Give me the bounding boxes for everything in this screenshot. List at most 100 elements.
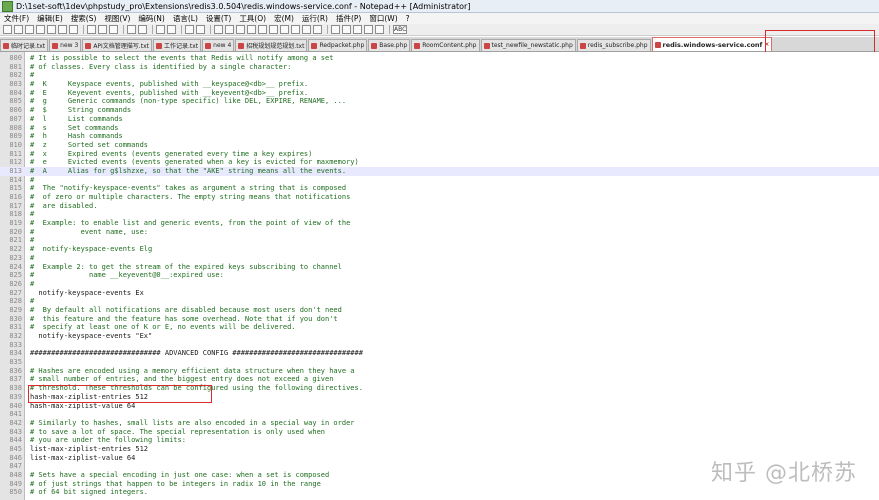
menu-item[interactable]: 视图(V) — [100, 13, 134, 24]
code-line[interactable]: 824 # Example 2: to get the stream of the… — [0, 263, 879, 272]
menu-item[interactable]: 文件(F) — [0, 13, 33, 24]
undo-icon[interactable] — [127, 25, 136, 34]
code-line[interactable]: 838 # threshold. These thresholds can be … — [0, 384, 879, 393]
code-line[interactable]: 811 # x Expired events (events generated … — [0, 150, 879, 159]
code-line[interactable]: 817 # are disabled. — [0, 202, 879, 211]
menu-item[interactable]: 运行(R) — [298, 13, 332, 24]
code-line[interactable]: 821 # — [0, 236, 879, 245]
find-icon[interactable] — [156, 25, 165, 34]
code-line[interactable]: 826 # — [0, 280, 879, 289]
run-macro-icon[interactable] — [364, 25, 373, 34]
tab[interactable]: test_newfile_newstatic.php — [480, 39, 576, 51]
editor-area[interactable]: 800 # It is possible to select the events… — [0, 52, 879, 500]
code-line[interactable]: 828 # — [0, 297, 879, 306]
code-line[interactable]: 818 # — [0, 210, 879, 219]
code-line[interactable]: 830 # this feature and the feature has so… — [0, 315, 879, 324]
code-line[interactable]: 835 — [0, 358, 879, 367]
menu-item[interactable]: 插件(P) — [332, 13, 365, 24]
cut-icon[interactable] — [87, 25, 96, 34]
code-line[interactable]: 820 # event name, use: — [0, 228, 879, 237]
code-line[interactable]: 845 list-max-ziplist-entries 512 — [0, 445, 879, 454]
paste-icon[interactable] — [109, 25, 118, 34]
menu-item[interactable]: ? — [402, 14, 414, 23]
menu-item[interactable]: 窗口(W) — [365, 13, 401, 24]
save-macro-icon[interactable] — [375, 25, 384, 34]
code-line[interactable]: 806 # $ String commands — [0, 106, 879, 115]
doc-map-icon[interactable] — [280, 25, 289, 34]
tab[interactable]: 工作记录.txt — [152, 39, 202, 51]
open-file-icon[interactable] — [14, 25, 23, 34]
code-line[interactable]: 831 # specify at least one of K or E, no … — [0, 323, 879, 332]
code-line[interactable]: 808 # s Set commands — [0, 124, 879, 133]
code-line[interactable]: 832 notify-keyspace-events "Ex" — [0, 332, 879, 341]
save-icon[interactable] — [25, 25, 34, 34]
code-line[interactable]: 801 # of classes. Every class is identifi… — [0, 63, 879, 72]
code-line[interactable]: 819 # Example: to enable list and generic… — [0, 219, 879, 228]
language-icon[interactable] — [269, 25, 278, 34]
code-line[interactable]: 850 # of 64 bit signed integers. — [0, 488, 879, 497]
menu-item[interactable]: 宏(M) — [270, 13, 298, 24]
code-line[interactable]: 836 # Hashes are encoded using a memory e… — [0, 367, 879, 376]
sync-vertical-icon[interactable] — [214, 25, 223, 34]
code-line[interactable]: 800 # It is possible to select the events… — [0, 54, 879, 63]
replace-icon[interactable] — [167, 25, 176, 34]
tab[interactable]: new 4 — [202, 39, 235, 51]
code-line[interactable]: 839 hash-max-ziplist-entries 512 — [0, 393, 879, 402]
sync-horizontal-icon[interactable] — [225, 25, 234, 34]
record-macro-icon[interactable] — [331, 25, 340, 34]
indent-guide-icon[interactable] — [258, 25, 267, 34]
tab[interactable]: redis_subscribe.php — [576, 39, 651, 51]
tab[interactable]: new 3 — [49, 39, 82, 51]
tab[interactable]: 临时记录.txt — [0, 39, 49, 51]
menu-item[interactable]: 编辑(E) — [33, 13, 67, 24]
code-line[interactable]: 833 — [0, 341, 879, 350]
menu-item[interactable]: 设置(T) — [202, 13, 235, 24]
menu-item[interactable]: 语言(L) — [169, 13, 202, 24]
code-line[interactable]: 807 # l List commands — [0, 115, 879, 124]
code-line[interactable]: 842 # Similarly to hashes, small lists ar… — [0, 419, 879, 428]
menu-item[interactable]: 搜索(S) — [67, 13, 101, 24]
print-icon[interactable] — [69, 25, 78, 34]
folder-workspace-icon[interactable] — [302, 25, 311, 34]
code-line[interactable]: 837 # small number of entries, and the bi… — [0, 375, 879, 384]
tab[interactable]: API文档管理描写.txt — [82, 39, 152, 51]
code-line[interactable]: 840 hash-max-ziplist-value 64 — [0, 402, 879, 411]
code-line[interactable]: 834 ############################### ADVAN… — [0, 349, 879, 358]
zoom-in-icon[interactable] — [185, 25, 194, 34]
tab[interactable]: Base.php — [368, 39, 411, 51]
monitoring-icon[interactable] — [313, 25, 322, 34]
tab-active[interactable]: redis.windows-service.conf × — [651, 37, 773, 51]
copy-icon[interactable] — [98, 25, 107, 34]
close-all-icon[interactable] — [58, 25, 67, 34]
code-line[interactable]: 816 # of zero or multiple characters. The… — [0, 193, 879, 202]
close-file-icon[interactable] — [47, 25, 56, 34]
code-line[interactable]: 829 # By default all notifications are di… — [0, 306, 879, 315]
zoom-out-icon[interactable] — [196, 25, 205, 34]
tab[interactable]: Redpacket.php — [308, 39, 368, 51]
code-line[interactable]: 823 # — [0, 254, 879, 263]
function-list-icon[interactable] — [291, 25, 300, 34]
save-all-icon[interactable] — [36, 25, 45, 34]
word-wrap-icon[interactable] — [236, 25, 245, 34]
redo-icon[interactable] — [138, 25, 147, 34]
code-line[interactable]: 805 # g Generic commands (non-type specif… — [0, 97, 879, 106]
code-line[interactable]: 802 # — [0, 71, 879, 80]
code-line[interactable]: 827 notify-keyspace-events Ex — [0, 289, 879, 298]
menu-item[interactable]: 编码(N) — [134, 13, 168, 24]
code-line[interactable]: 812 # e Evicted events (events generated … — [0, 158, 879, 167]
close-tab-icon[interactable]: × — [764, 41, 769, 48]
code-line[interactable]: 844 # you are under the following limits: — [0, 436, 879, 445]
code-line[interactable]: 841 — [0, 410, 879, 419]
code-line[interactable]: 813 # A Alias for g$lshzxe, so that the "… — [0, 166, 879, 176]
stop-macro-icon[interactable] — [342, 25, 351, 34]
play-macro-icon[interactable] — [353, 25, 362, 34]
tab[interactable]: RoomContent.php — [411, 39, 480, 51]
code-line[interactable]: 810 # z Sorted set commands — [0, 141, 879, 150]
new-file-icon[interactable] — [3, 25, 12, 34]
menu-item[interactable]: 工具(O) — [235, 13, 270, 24]
code-line[interactable]: 825 # name __keyevent@0__:expired use: — [0, 271, 879, 280]
code-line[interactable]: 843 # to save a lot of space. The special… — [0, 428, 879, 437]
code-line[interactable]: 804 # E Keyevent events, published with _… — [0, 89, 879, 98]
tab[interactable]: 招税规划规范规划.txt — [235, 39, 308, 51]
code-line[interactable]: 803 # K Keyspace events, published with _… — [0, 80, 879, 89]
